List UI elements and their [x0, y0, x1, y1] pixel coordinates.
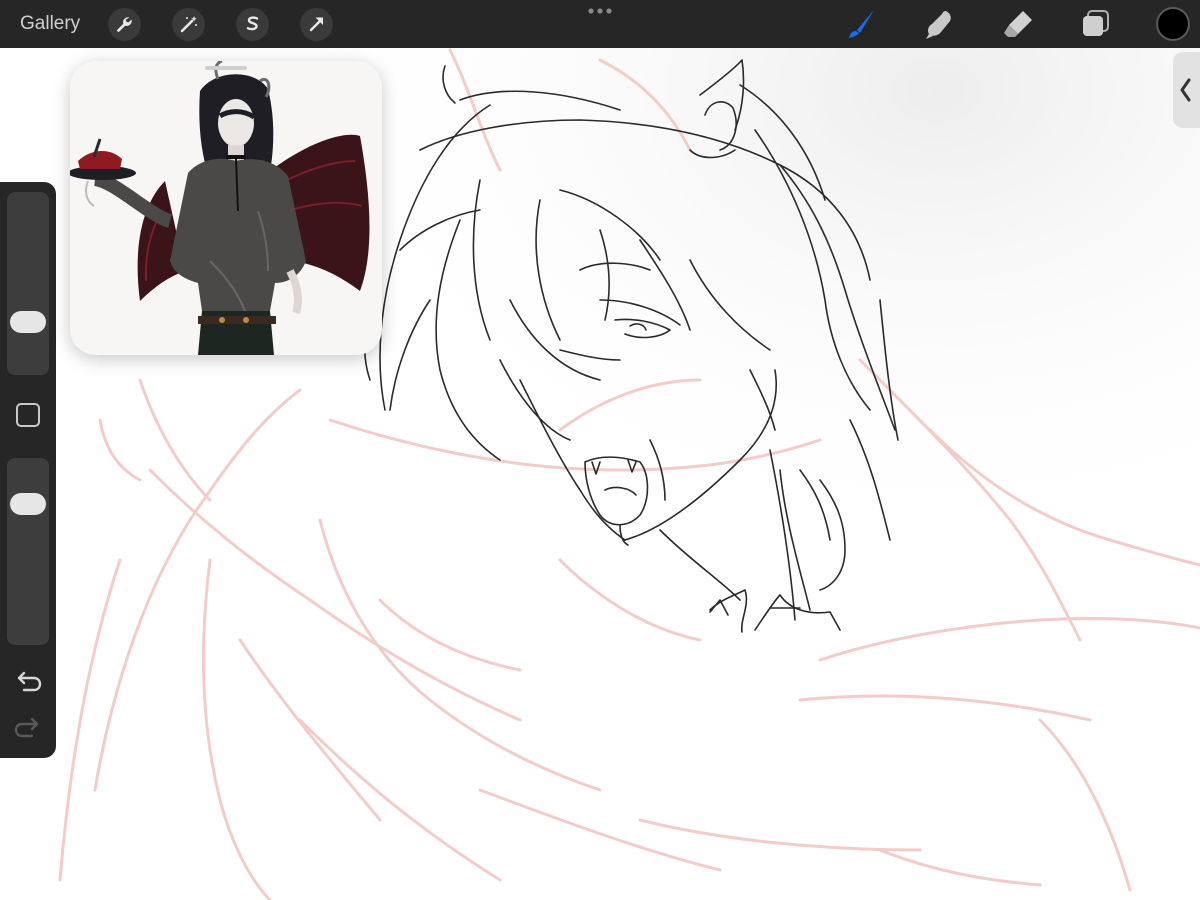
reference-image: [70, 61, 370, 355]
side-panel-toggle[interactable]: [1173, 52, 1200, 128]
magic-wand-icon: [180, 16, 197, 33]
modify-square-icon[interactable]: [16, 403, 40, 427]
reference-drag-handle[interactable]: [205, 66, 247, 70]
undo-icon[interactable]: [14, 670, 42, 692]
wrench-icon: [116, 17, 132, 33]
layers-icon[interactable]: [1078, 6, 1114, 42]
chevron-left-icon: [1180, 78, 1191, 102]
more-options-icon[interactable]: [586, 7, 614, 15]
top-toolbar: Gallery: [0, 0, 1200, 48]
left-sidebar: [0, 182, 56, 758]
opacity-slider[interactable]: [7, 458, 49, 645]
redo-icon: [14, 717, 39, 738]
actions-wrench-button[interactable]: [108, 8, 141, 41]
smudge-icon[interactable]: [922, 6, 958, 42]
opacity-thumb[interactable]: [10, 493, 46, 516]
brush-icon[interactable]: [844, 6, 880, 42]
gallery-button[interactable]: Gallery: [20, 12, 80, 36]
brush-size-thumb[interactable]: [10, 310, 46, 333]
transform-arrow-icon: [309, 17, 323, 32]
selection-s-icon: [246, 16, 259, 31]
eraser-icon[interactable]: [1000, 6, 1036, 42]
transform-button[interactable]: [300, 8, 333, 41]
adjustments-button[interactable]: [172, 8, 205, 41]
brush-size-slider[interactable]: [7, 192, 49, 375]
selection-button[interactable]: [236, 8, 269, 41]
reference-window[interactable]: [70, 61, 382, 355]
color-picker-swatch[interactable]: [1156, 7, 1190, 41]
